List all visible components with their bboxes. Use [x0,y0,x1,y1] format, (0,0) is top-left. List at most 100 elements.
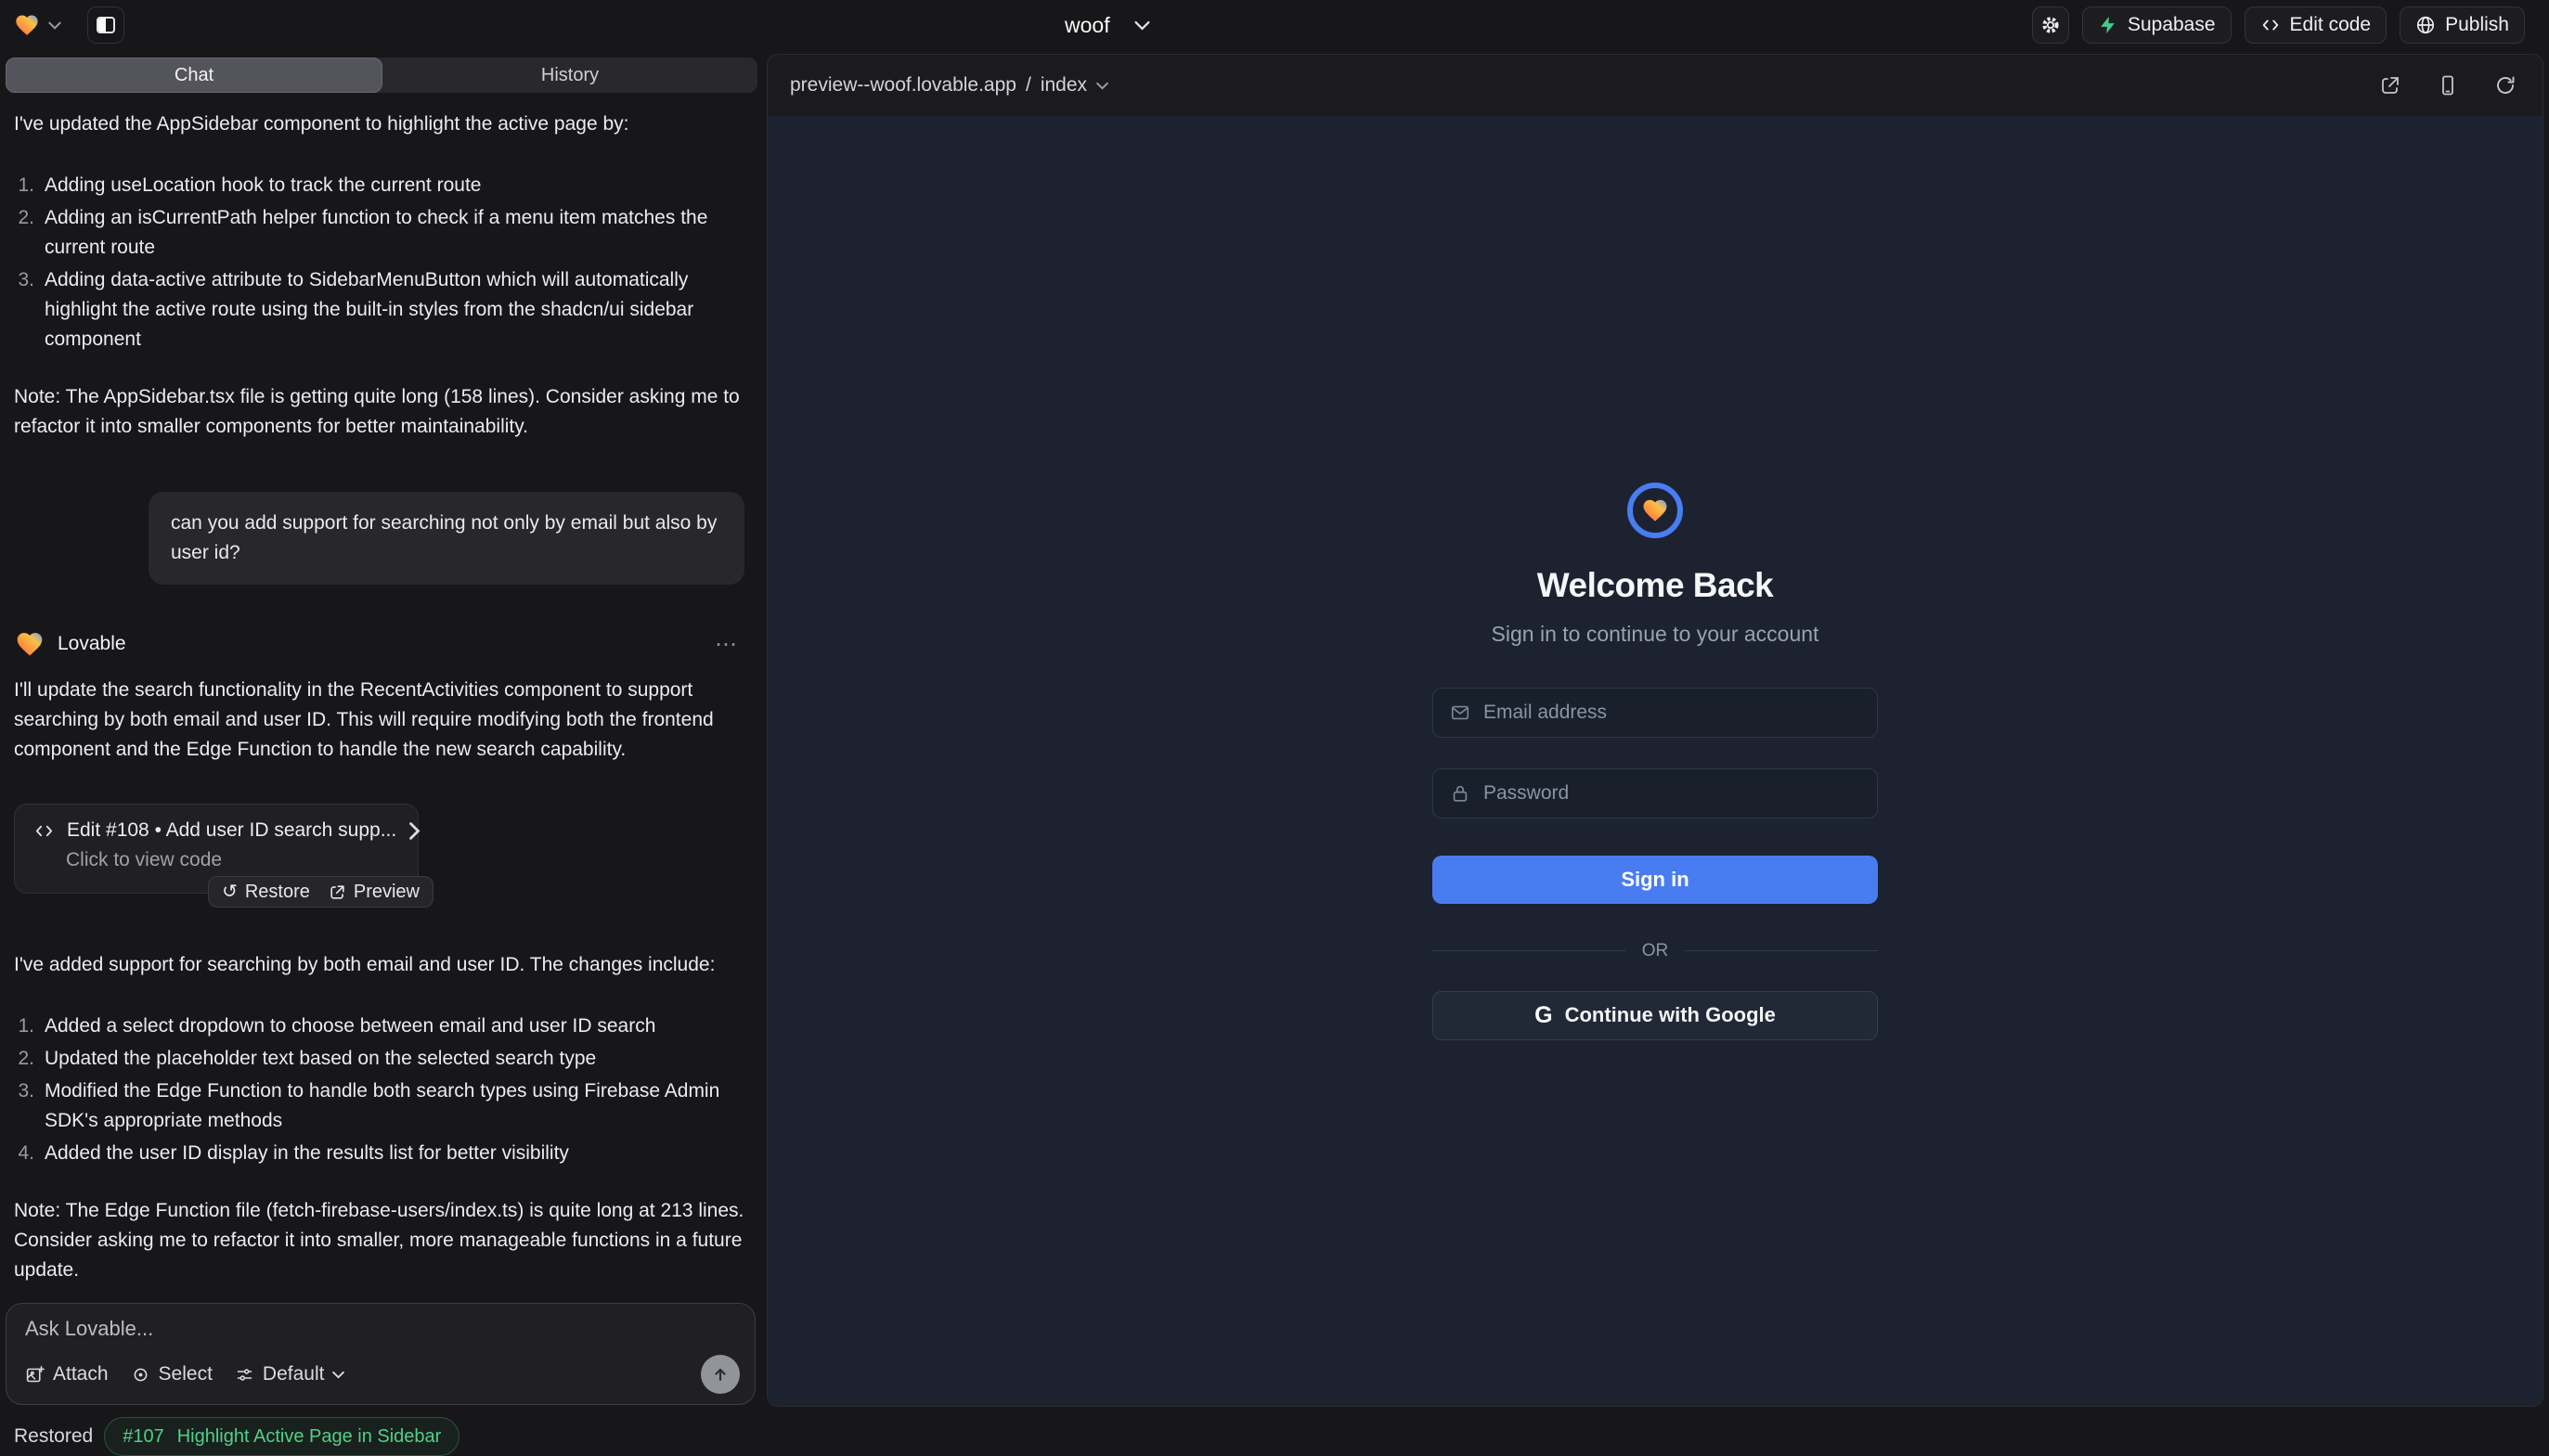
project-name: woof [1065,13,1110,38]
page-title: Welcome Back [1537,566,1774,605]
tab-history[interactable]: History [382,58,757,93]
refresh-button[interactable] [2494,74,2517,97]
chevron-down-icon [1096,82,1108,90]
chevron-down-icon [332,1371,344,1379]
code-icon [33,820,55,842]
preview-label: Preview [354,882,420,903]
restored-status-row: Restored #107 Highlight Active Page in S… [14,1417,744,1456]
divider-line [1685,950,1878,951]
assistant-message-text: I've updated the AppSidebar component to… [14,110,744,139]
sidebar-toggle-button[interactable] [87,6,124,44]
assistant-note-text: Note: The Edge Function file (fetch-fire… [14,1196,744,1285]
preview-url-selector[interactable]: preview--woof.lovable.app / index [790,74,1108,97]
restore-button[interactable]: ↺ Restore [222,882,310,903]
lovable-heart-icon [14,629,45,659]
chat-input[interactable] [25,1317,736,1341]
supabase-button[interactable]: Supabase [2082,6,2232,44]
supabase-label: Supabase [2128,14,2216,36]
refresh-icon [2494,74,2517,97]
restored-label: Restored [14,1425,93,1448]
sign-in-button[interactable]: Sign in [1432,856,1878,904]
select-button[interactable]: Select [131,1363,213,1385]
preview-page: index [1041,74,1087,97]
google-icon: G [1534,1002,1552,1029]
publish-button[interactable]: Publish [2400,6,2525,44]
google-sign-in-button[interactable]: G Continue with Google [1432,991,1878,1040]
email-field[interactable] [1483,702,1860,724]
attach-label: Attach [53,1363,109,1385]
edit-code-label: Edit code [2290,14,2372,36]
sliders-icon [235,1365,254,1385]
more-options-icon[interactable]: ⋯ [715,631,739,658]
publish-label: Publish [2445,14,2509,36]
assistant-message-text: I'll update the search functionality in … [14,676,744,765]
globe-icon [2415,15,2436,35]
chevron-right-icon [408,822,421,840]
restored-version-badge[interactable]: #107 Highlight Active Page in Sidebar [104,1417,459,1456]
edit-card-title: Edit #108 • Add user ID search supp... [67,819,396,842]
signin-card: Welcome Back Sign in to continue to your… [1432,483,1878,1040]
preview-button[interactable]: Preview [329,882,420,903]
project-switcher[interactable]: woof [1065,0,1150,50]
open-in-new-tab-button[interactable] [2379,74,2401,97]
select-label: Select [159,1363,213,1385]
user-message-bubble: can you add support for searching not on… [149,492,744,585]
version-actions-bar: ↺ Restore Preview [208,876,433,908]
mail-icon [1450,702,1470,723]
mode-label: Default [263,1363,325,1385]
assistant-numbered-list: Adding useLocation hook to track the cur… [14,171,744,354]
divider-line [1432,950,1625,951]
chat-history-tabs: Chat History [6,58,757,93]
chevron-down-icon [48,21,61,30]
assistant-message-text: I've added support for searching by both… [14,950,744,980]
smartphone-icon [2437,74,2459,97]
preview-header: preview--woof.lovable.app / index [768,55,2543,116]
target-icon [131,1365,150,1385]
list-item: Adding useLocation hook to track the cur… [14,171,744,200]
chat-panel: Chat History I've updated the AppSidebar… [0,50,763,1412]
mobile-view-button[interactable] [2437,74,2459,97]
divider-or: OR [1432,941,1878,961]
attach-button[interactable]: Attach [25,1363,109,1385]
url-separator: / [1026,74,1031,97]
heart-icon [1640,496,1670,524]
tab-chat[interactable]: Chat [6,58,382,93]
version-number: #107 [123,1426,164,1448]
supabase-bolt-icon [2098,15,2118,35]
lovable-heart-icon [13,12,41,38]
list-item: Added the user ID display in the results… [14,1139,744,1168]
edit-card-subtitle: Click to view code [66,849,401,871]
arrow-up-icon [711,1365,730,1384]
settings-button[interactable] [2032,6,2069,44]
assistant-name: Lovable [58,633,126,655]
edit-code-button[interactable]: Edit code [2245,6,2387,44]
google-label: Continue with Google [1565,1003,1776,1027]
list-item: Adding data-active attribute to SidebarM… [14,265,744,354]
lock-icon [1450,783,1470,804]
chevron-down-icon [1134,20,1150,31]
lovable-logo-menu[interactable] [13,12,61,38]
code-icon [2260,15,2281,35]
divider-label: OR [1642,941,1669,961]
external-link-icon [329,883,346,901]
mode-selector[interactable]: Default [235,1363,345,1385]
page-subtitle: Sign in to continue to your account [1492,622,1819,647]
app-topbar: woof Supabase Edit code [0,0,2549,50]
list-item: Adding an isCurrentPath helper function … [14,203,744,263]
restore-label: Restore [245,882,310,903]
panel-left-icon [97,17,115,33]
chat-composer: Attach Select Default [6,1303,756,1405]
email-field-wrapper [1432,688,1878,738]
app-logo [1627,483,1683,538]
assistant-header: Lovable ⋯ [14,629,744,659]
restore-icon: ↺ [222,883,238,901]
list-item: Updated the placeholder text based on th… [14,1044,744,1074]
list-item: Modified the Edge Function to handle bot… [14,1076,744,1136]
edit-card-group: Edit #108 • Add user ID search supp... C… [14,804,433,908]
chat-message-list[interactable]: I've updated the AppSidebar component to… [0,93,763,1456]
preview-viewport: Welcome Back Sign in to continue to your… [768,116,2543,1406]
preview-panel: preview--woof.lovable.app / index [767,54,2543,1407]
send-button[interactable] [701,1355,740,1394]
password-field[interactable] [1483,782,1860,805]
preview-url: preview--woof.lovable.app [790,74,1016,97]
